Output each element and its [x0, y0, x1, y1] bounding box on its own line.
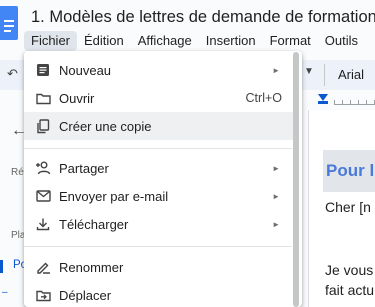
menu-item-deplacer[interactable]: Déplacer: [24, 281, 294, 307]
menu-item-creer-copie[interactable]: Créer une copie: [24, 112, 294, 140]
indent-marker-icon[interactable]: [318, 94, 328, 101]
docs-window: 1. Modèles de lettres de demande de form…: [0, 0, 375, 307]
menu-item-nouveau[interactable]: Nouveau ►: [24, 56, 294, 84]
menu-outils[interactable]: Outils: [318, 31, 365, 51]
menu-item-ouvrir[interactable]: Ouvrir Ctrl+O: [24, 84, 294, 112]
document-line-3[interactable]: fait actu: [325, 282, 374, 298]
toolbar-divider: [324, 64, 325, 86]
menu-separator: [24, 246, 292, 247]
undo-icon[interactable]: ↶: [7, 66, 18, 82]
menu-item-telecharger[interactable]: Télécharger ►: [24, 210, 294, 238]
document-title[interactable]: 1. Modèles de lettres de demande de form…: [31, 8, 375, 27]
document-heading[interactable]: Pour l: [326, 161, 374, 181]
menu-format[interactable]: Format: [263, 31, 318, 51]
mail-icon: [35, 188, 51, 204]
menu-item-envoyer-email[interactable]: Envoyer par e-mail ►: [24, 182, 294, 210]
menu-bar: Fichier Édition Affichage Insertion Form…: [24, 31, 365, 51]
ruler: [308, 92, 375, 108]
file-menu-dropdown: Nouveau ► Ouvrir Ctrl+O Créer une copie …: [24, 51, 302, 307]
menu-item-renommer[interactable]: Renommer: [24, 253, 294, 281]
menu-separator: [24, 148, 292, 149]
menu-item-label: Envoyer par e-mail: [59, 188, 169, 204]
submenu-arrow-icon: ►: [272, 219, 280, 229]
menu-item-label: Télécharger: [59, 216, 129, 232]
document-icon: [35, 62, 51, 78]
menu-item-partager[interactable]: Partager ►: [24, 154, 294, 182]
move-folder-icon: [35, 287, 51, 303]
submenu-arrow-icon: ►: [272, 65, 280, 75]
menu-fichier[interactable]: Fichier: [24, 31, 78, 51]
menu-scrollbar[interactable]: [293, 52, 299, 307]
menu-item-label: Créer une copie: [59, 118, 152, 134]
document-line-2[interactable]: Je vous: [325, 262, 373, 278]
menu-item-label: Nouveau: [59, 62, 112, 78]
menu-affichage[interactable]: Affichage: [131, 31, 199, 51]
submenu-arrow-icon: ►: [272, 191, 280, 201]
menu-item-label: Renommer: [59, 259, 124, 275]
copy-icon: [35, 118, 51, 134]
outline-item-dash: –: [2, 287, 8, 298]
docs-logo-icon[interactable]: [0, 6, 20, 44]
shortcut-label: Ctrl+O: [245, 91, 282, 105]
first-line-indent-handle[interactable]: [318, 101, 328, 104]
font-family-select[interactable]: Arial: [338, 67, 364, 82]
submenu-arrow-icon: ►: [272, 163, 280, 173]
menu-insertion[interactable]: Insertion: [199, 31, 263, 51]
ruler-ticks: [334, 100, 375, 105]
person-add-icon: [35, 160, 51, 176]
menu-item-label: Déplacer: [59, 287, 112, 303]
menu-edition[interactable]: Édition: [77, 31, 131, 51]
zoom-dropdown-arrow-icon[interactable]: ▼: [304, 66, 314, 77]
menu-item-label: Partager: [59, 160, 109, 176]
download-icon: [35, 216, 51, 232]
outline-active-indicator: [0, 260, 3, 273]
outline-summary-label: Ré: [11, 167, 24, 178]
menu-item-label: Ouvrir: [59, 90, 95, 106]
rename-icon: [35, 259, 51, 275]
document-line-1[interactable]: Cher [n: [325, 199, 371, 215]
folder-icon: [35, 90, 51, 106]
